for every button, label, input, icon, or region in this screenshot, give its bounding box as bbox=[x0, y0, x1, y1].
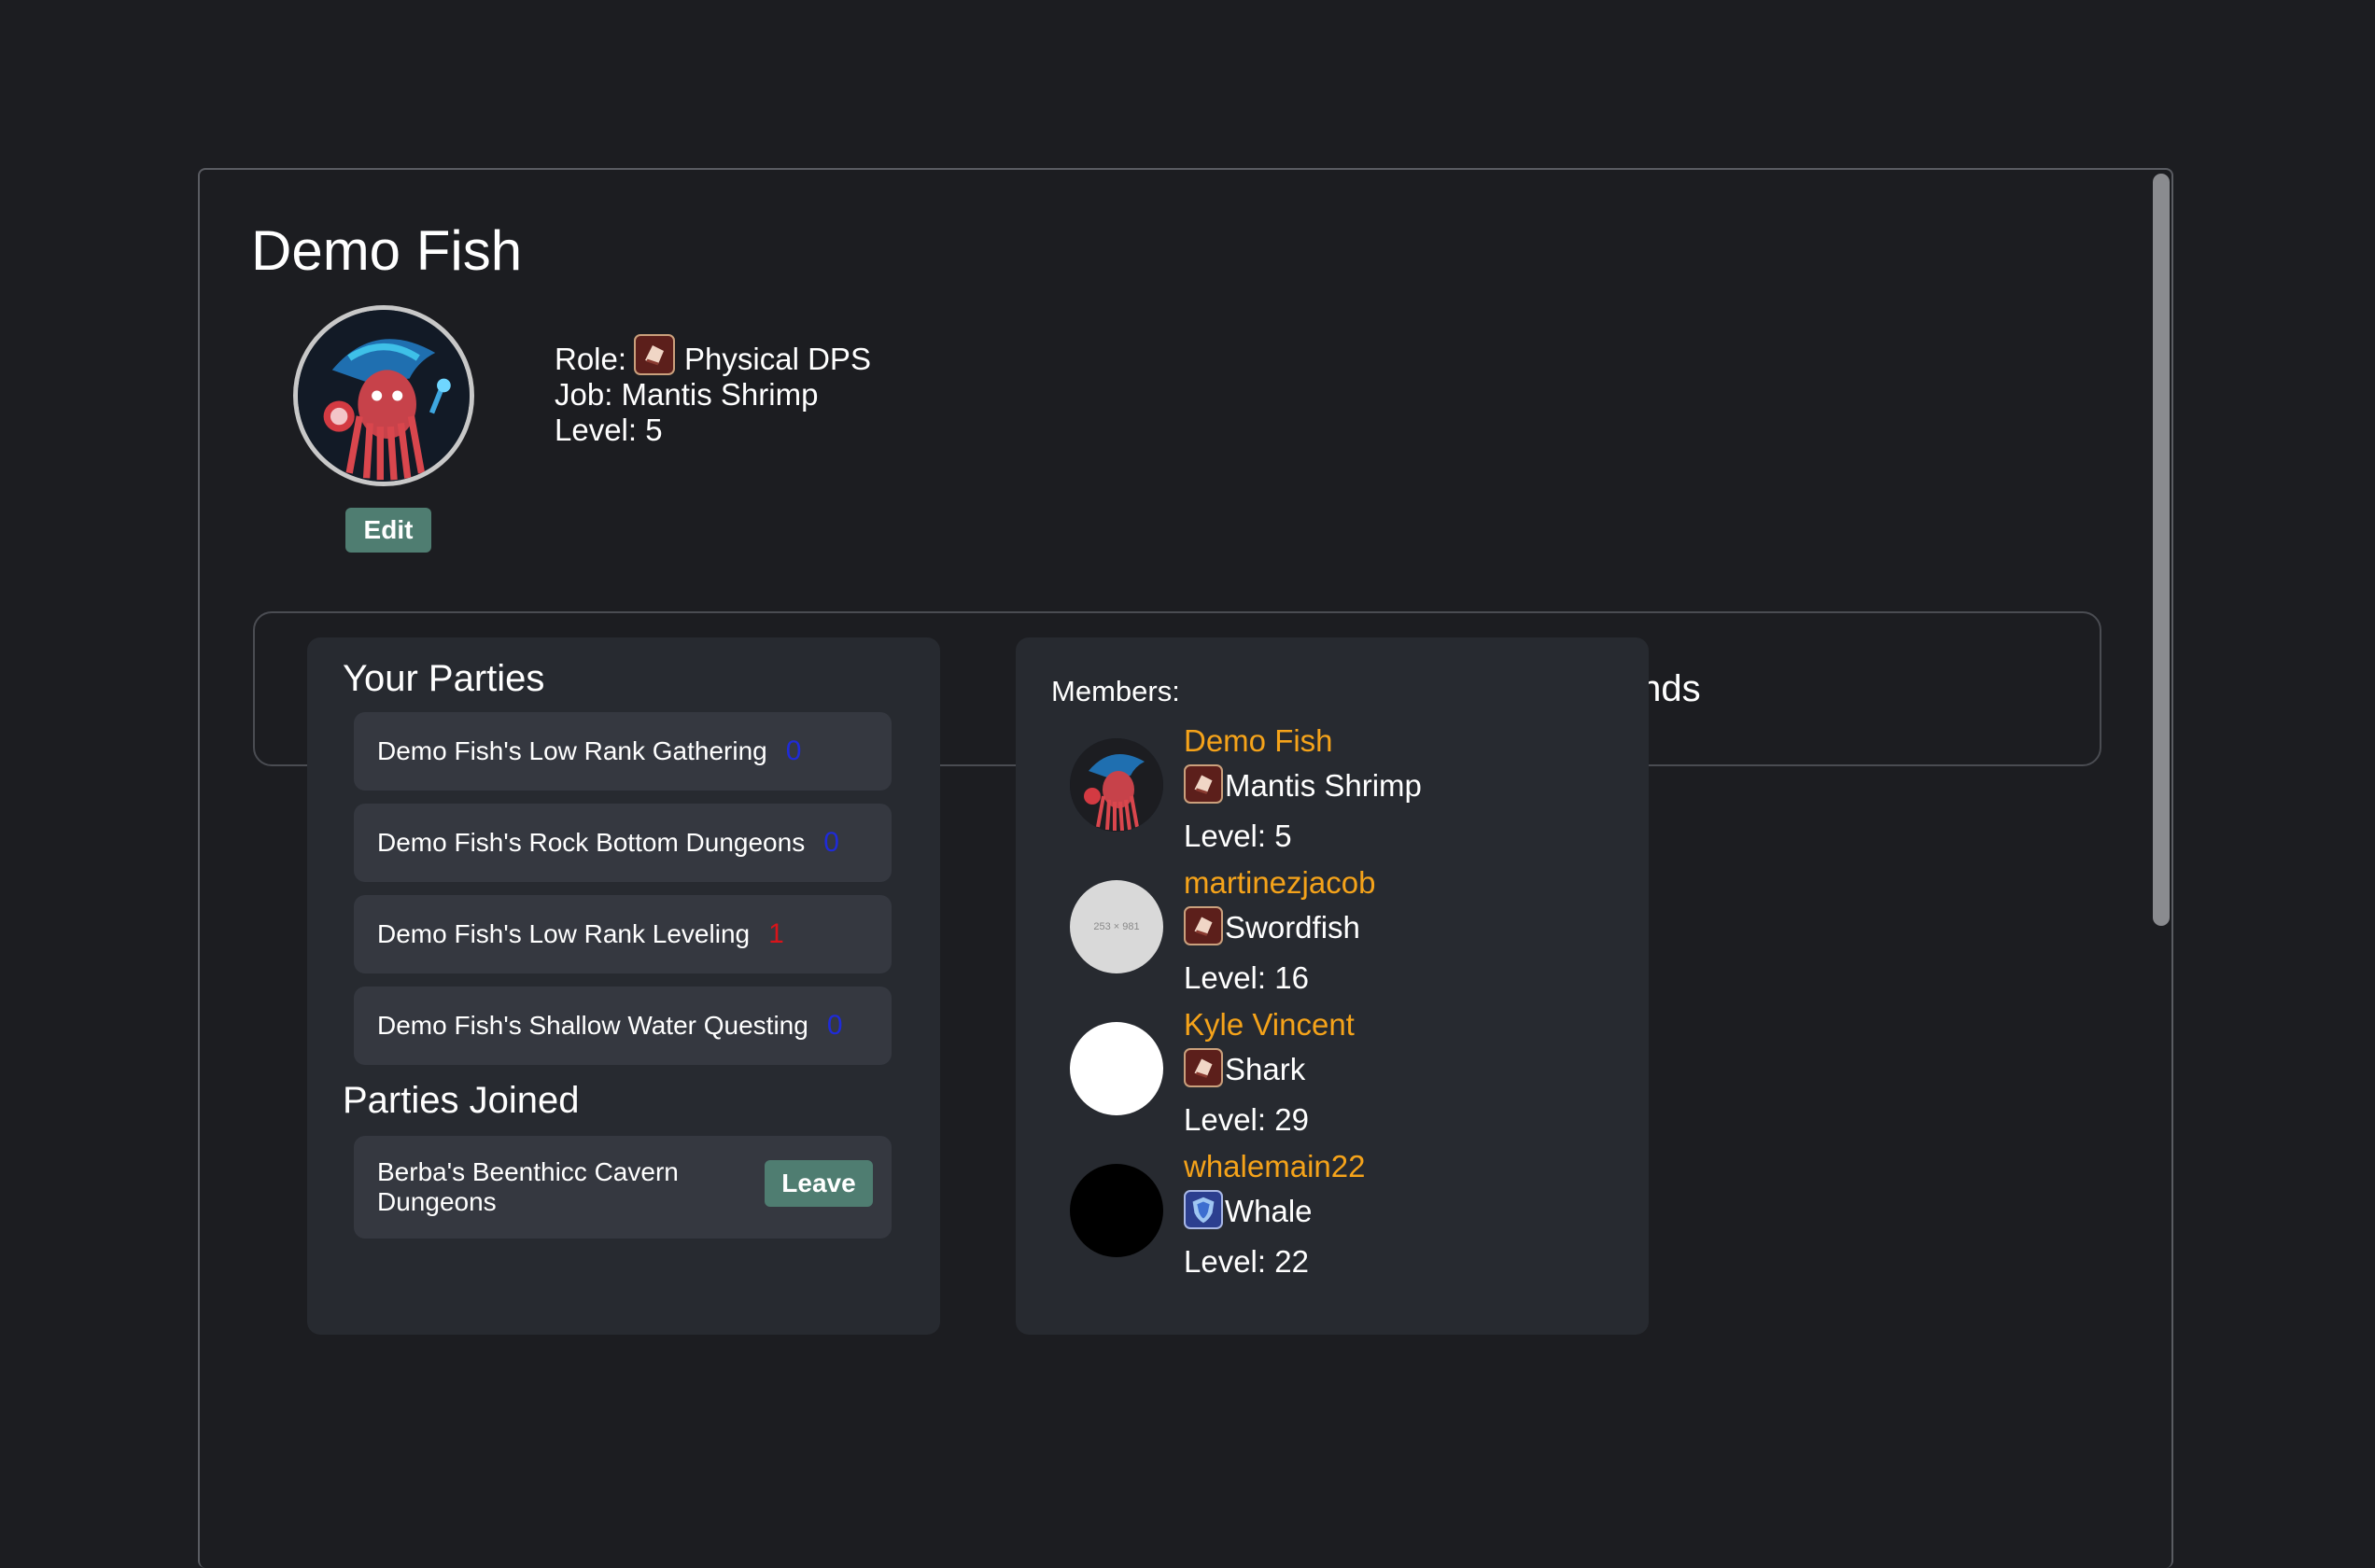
party-item[interactable]: Demo Fish's Low Rank Gathering 0 bbox=[354, 712, 892, 791]
members-label: Members: bbox=[1051, 675, 1180, 707]
member-row: 253 × 981 martinezjacob Swordfish Level:… bbox=[1070, 865, 1630, 1001]
profile-info: Role: Physical DPS Job: Mantis Shrimp Le… bbox=[555, 334, 871, 448]
party-item[interactable]: Demo Fish's Shallow Water Questing 0 bbox=[354, 987, 892, 1065]
member-job: Shark bbox=[1184, 1048, 1305, 1087]
role-value: Physical DPS bbox=[684, 342, 871, 376]
member-job-label: Mantis Shrimp bbox=[1225, 768, 1422, 803]
parties-panel: Your Parties Demo Fish's Low Rank Gather… bbox=[307, 637, 940, 1335]
joined-party-name-line2: Dungeons bbox=[377, 1187, 497, 1216]
member-row: Kyle Vincent Shark Level: 29 bbox=[1070, 1007, 1630, 1143]
placeholder-avatar-icon: 253 × 981 bbox=[1070, 880, 1163, 973]
party-name: Demo Fish's Rock Bottom Dungeons bbox=[377, 828, 806, 857]
party-item[interactable]: Demo Fish's Rock Bottom Dungeons 0 bbox=[354, 804, 892, 882]
member-name[interactable]: whalemain22 bbox=[1184, 1149, 1365, 1184]
page-title: Demo Fish bbox=[251, 219, 523, 282]
squid-avatar-icon bbox=[298, 310, 470, 482]
party-count: 1 bbox=[768, 918, 784, 949]
member-name[interactable]: Kyle Vincent bbox=[1184, 1007, 1355, 1043]
party-item[interactable]: Demo Fish's Low Rank Leveling 1 bbox=[354, 895, 892, 973]
members-panel: Members: Demo Fish Mantis Shrimp Level: … bbox=[1016, 637, 1649, 1335]
member-level: Level: 5 bbox=[1184, 819, 1292, 853]
level-text: Level: 5 bbox=[555, 413, 663, 447]
scrollbar-thumb[interactable] bbox=[2153, 174, 2170, 926]
member-job-label: Swordfish bbox=[1225, 910, 1360, 945]
party-count: 0 bbox=[823, 827, 839, 858]
white-avatar-icon bbox=[1070, 1022, 1163, 1115]
placeholder-avatar-text: 253 × 981 bbox=[1093, 921, 1140, 932]
black-avatar-icon bbox=[1070, 1164, 1163, 1257]
squid-avatar-icon bbox=[1070, 738, 1163, 832]
member-row: whalemain22 Whale Level: 22 bbox=[1070, 1149, 1630, 1285]
physical-dps-icon bbox=[1184, 906, 1223, 945]
member-job-label: Shark bbox=[1225, 1052, 1306, 1086]
party-count: 0 bbox=[826, 1010, 843, 1041]
member-level: Level: 22 bbox=[1184, 1244, 1309, 1279]
party-name: Demo Fish's Low Rank Leveling bbox=[377, 919, 751, 948]
role-label: Role: bbox=[555, 342, 627, 376]
member-job: Whale bbox=[1184, 1190, 1313, 1229]
member-name[interactable]: martinezjacob bbox=[1184, 865, 1375, 901]
party-name: Demo Fish's Shallow Water Questing bbox=[377, 1011, 808, 1040]
member-level: Level: 16 bbox=[1184, 960, 1309, 995]
joined-party-name-line1: Berba's Beenthicc Cavern bbox=[377, 1157, 679, 1186]
edit-profile-button[interactable]: Edit bbox=[345, 508, 431, 553]
member-level: Level: 29 bbox=[1184, 1102, 1309, 1137]
physical-dps-icon bbox=[1184, 764, 1223, 804]
your-parties-title: Your Parties bbox=[343, 658, 545, 699]
parties-joined-title: Parties Joined bbox=[343, 1080, 580, 1121]
physical-dps-icon bbox=[634, 334, 676, 375]
member-name[interactable]: Demo Fish bbox=[1184, 723, 1333, 759]
member-row: Demo Fish Mantis Shrimp Level: 5 bbox=[1070, 723, 1630, 860]
role-row: Role: Physical DPS bbox=[555, 334, 871, 377]
joined-party-name: Berba's Beenthicc Cavern Dungeons bbox=[377, 1157, 679, 1217]
member-job-label: Whale bbox=[1225, 1194, 1313, 1228]
profile-avatar bbox=[293, 305, 474, 486]
tank-icon bbox=[1184, 1190, 1223, 1229]
party-count: 0 bbox=[785, 735, 802, 766]
scrollbar[interactable] bbox=[2151, 170, 2171, 1568]
physical-dps-icon bbox=[1184, 1048, 1223, 1087]
member-job: Swordfish bbox=[1184, 906, 1360, 945]
leave-party-button[interactable]: Leave bbox=[765, 1160, 873, 1207]
job-text: Job: Mantis Shrimp bbox=[555, 377, 819, 412]
party-name: Demo Fish's Low Rank Gathering bbox=[377, 736, 767, 765]
joined-party-item[interactable]: Berba's Beenthicc Cavern Dungeons Leave bbox=[354, 1136, 892, 1239]
member-job: Mantis Shrimp bbox=[1184, 764, 1422, 804]
